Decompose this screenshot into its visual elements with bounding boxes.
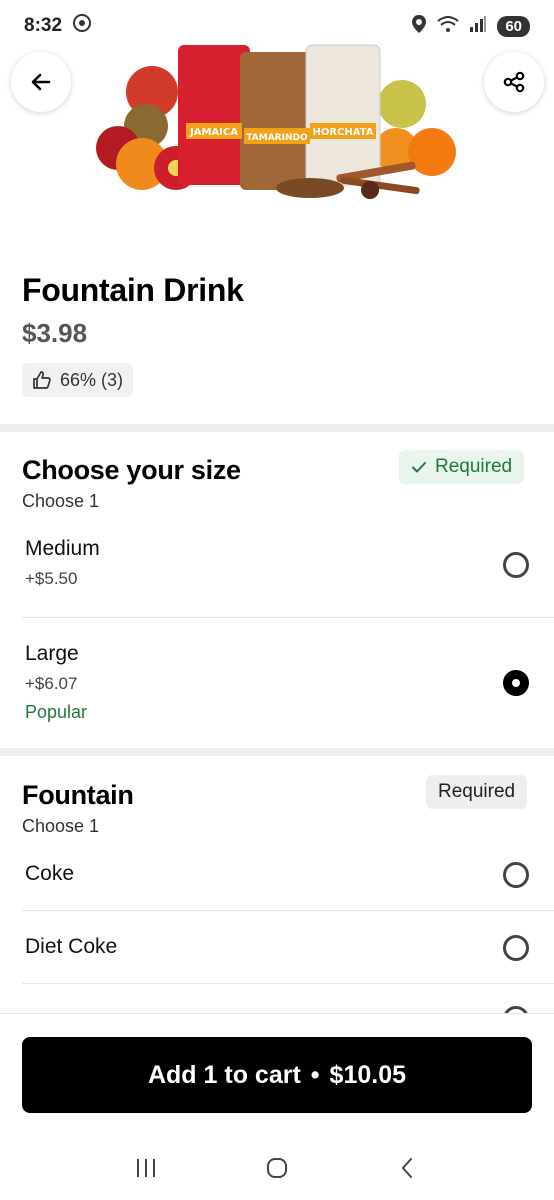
drinks-illustration: JAMAICA TAMARINDO HORCHATA [96,44,456,199]
size-section-title: Choose your size [22,455,241,485]
diet-coke-radio[interactable] [503,935,529,961]
app-notification-icon [72,13,92,39]
home-icon [266,1157,287,1178]
fountain-section-subtitle: Choose 1 [22,816,100,836]
large-radio[interactable] [503,670,529,696]
fountain-required-label: Required [438,781,516,802]
item-price: $3.98 [22,318,88,348]
thumbs-up-icon [33,371,51,389]
size-required-label: Required [435,456,513,477]
add-to-cart-label: Add 1 to cart [147,1060,301,1089]
check-icon [412,462,426,473]
share-icon [503,71,525,93]
rating-text: 66% (3) [60,369,124,390]
fountain-required-badge: Required [426,775,528,809]
section-divider [0,424,554,432]
location-icon [411,14,427,39]
back-button[interactable] [11,52,71,112]
arrow-left-icon [31,73,51,91]
option-name: Diet Coke [25,935,118,958]
popular-tag: Popular [25,702,88,722]
rating-badge: 66% (3) [22,363,134,397]
row-divider [22,910,554,911]
item-hero-image: JAMAICA TAMARINDO HORCHATA [0,40,554,215]
option-name: Coke [25,862,75,885]
fountain-section-title: Fountain [22,780,134,810]
recent-apps-button[interactable] [134,1157,158,1184]
system-back-button[interactable] [396,1156,420,1185]
battery-indicator: 60 [497,15,530,37]
system-nav-bar [0,1140,554,1200]
jamaica-label: JAMAICA [189,127,238,138]
recent-apps-icon [136,1158,155,1177]
share-button[interactable] [484,52,544,112]
signal-icon [469,15,487,38]
section-divider [0,748,554,756]
medium-radio[interactable] [503,552,529,578]
size-section-subtitle: Choose 1 [22,491,100,511]
chevron-left-icon [402,1157,413,1178]
cart-total: $10.05 [329,1060,407,1089]
status-left: 8:32 [24,13,92,39]
add-to-cart-button[interactable]: Add 1 to cart • $10.05 [22,1037,532,1113]
option-name: Medium [25,537,100,560]
option-price: +$5.50 [25,569,78,588]
status-right: 60 [411,14,530,39]
size-required-badge: Required [399,450,525,484]
wifi-icon [437,15,459,38]
status-bar: 8:32 60 [0,0,554,52]
option-name: Large [25,642,79,665]
status-time: 8:32 [24,15,63,36]
home-button[interactable] [265,1156,289,1185]
cart-separator: • [310,1060,320,1089]
item-title: Fountain Drink [22,272,244,308]
coke-radio[interactable] [503,862,529,888]
horchata-label: HORCHATA [312,127,373,138]
row-divider [22,983,554,984]
row-divider [22,617,554,618]
option-price: +$6.07 [25,674,78,693]
tamarindo-label: TAMARINDO [246,133,308,143]
